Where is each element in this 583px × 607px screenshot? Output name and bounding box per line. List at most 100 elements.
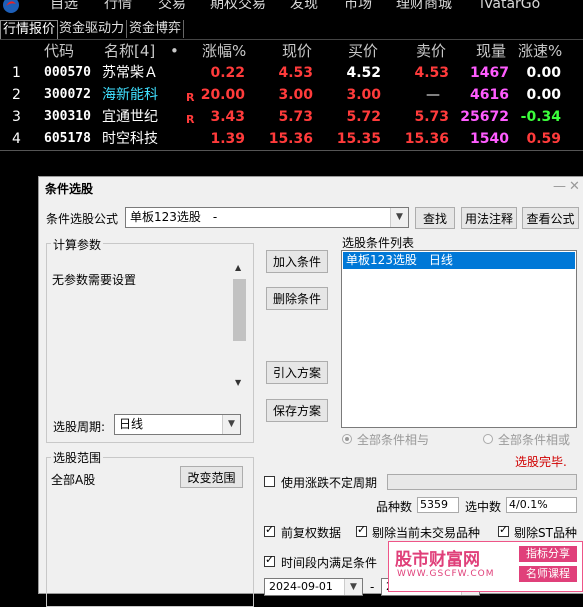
menu-item-market[interactable]: 市场 <box>344 0 372 13</box>
scroll-down-icon[interactable]: ▼ <box>235 378 241 387</box>
row-number: 1 <box>12 65 21 81</box>
row-number: 4 <box>12 131 21 147</box>
volume: 4616 <box>470 87 509 103</box>
status-text: 选股完毕. <box>515 455 567 469</box>
date-from-value: 2024-09-01 <box>269 580 333 593</box>
stock-name: 苏常柴Ａ <box>102 65 158 81</box>
stock-count-label: 品种数 <box>376 500 413 514</box>
col-header-speed[interactable]: 涨速% <box>518 40 562 62</box>
close-icon[interactable]: ✕ <box>569 179 580 194</box>
time-range-label: 时间段内满足条件 <box>281 556 378 570</box>
price: 5.73 <box>278 109 313 125</box>
bid: 4.52 <box>346 65 381 81</box>
volume: 1467 <box>470 65 509 81</box>
ask: 5.73 <box>414 109 449 125</box>
change-pct: 0.22 <box>210 65 245 81</box>
watermark-tag-indicators: 指标分享 <box>519 546 577 562</box>
table-row[interactable]: 4 605178 时空科技 1.39 15.36 15.35 15.36 154… <box>0 128 583 150</box>
variable-period-checkbox[interactable] <box>264 476 275 487</box>
condition-list[interactable]: 单板123选股 日线 <box>341 250 577 428</box>
formula-combobox[interactable]: 单板123选股 - ▼ <box>125 207 409 228</box>
stock-name: 宜通世纪 <box>102 109 158 125</box>
time-range-checkbox[interactable] <box>264 553 275 567</box>
date-from-picker[interactable]: 2024-09-01 ▼ <box>264 578 363 596</box>
col-header-price[interactable]: 现价 <box>282 40 312 62</box>
stock-code: 300310 <box>44 109 91 124</box>
exclude-st-checkbox[interactable] <box>498 523 509 537</box>
radio-or[interactable] <box>483 434 493 444</box>
scroll-up-icon[interactable]: ▲ <box>235 263 241 272</box>
menu-item-options[interactable]: 期权交易 <box>210 0 266 13</box>
speed: 0.59 <box>526 131 561 147</box>
usage-notes-button[interactable]: 用法注释 <box>461 207 517 229</box>
add-condition-button[interactable]: 加入条件 <box>266 250 328 273</box>
stock-code: 605178 <box>44 131 91 146</box>
watermark-tag-courses: 名师课程 <box>519 566 577 582</box>
radio-and-label: 全部条件相与 <box>357 433 430 447</box>
menu-item-zixuan[interactable]: 自选 <box>50 0 78 13</box>
calendar-dropdown-icon[interactable]: ▼ <box>344 579 362 595</box>
stock-code: 000570 <box>44 65 91 80</box>
change-pct: 3.43 <box>210 109 245 125</box>
price: 15.36 <box>268 131 313 147</box>
col-header-name[interactable]: 名称[4] <box>104 40 155 62</box>
menu-item-hangqing[interactable]: 行情 <box>104 0 132 13</box>
find-button[interactable]: 查找 <box>415 207 455 229</box>
radio-and[interactable] <box>342 434 352 444</box>
price: 3.00 <box>278 87 313 103</box>
pre-adjust-checkbox[interactable] <box>264 523 275 537</box>
watermark-url: WWW.GSCFW.COM <box>397 569 495 579</box>
change-range-button[interactable]: 改变范围 <box>180 466 243 488</box>
chevron-down-icon[interactable]: ▼ <box>390 208 408 227</box>
row-number: 3 <box>12 109 21 125</box>
condition-list-label: 选股条件列表 <box>342 236 415 250</box>
table-row[interactable]: 3 300310 宜通世纪 R 3.43 5.73 5.72 5.73 2567… <box>0 106 583 128</box>
condition-list-item[interactable]: 单板123选股 日线 <box>343 252 575 269</box>
tab-quotes[interactable]: 行情报价 <box>0 20 59 39</box>
stock-name: 时空科技 <box>102 131 158 147</box>
import-scheme-button[interactable]: 引入方案 <box>266 361 328 384</box>
radio-or-label: 全部条件相或 <box>498 433 571 447</box>
row-number: 2 <box>12 87 21 103</box>
stock-code: 300072 <box>44 87 91 102</box>
col-header-change-pct[interactable]: 涨幅% <box>202 40 246 62</box>
change-pct: 20.00 <box>200 87 245 103</box>
scroll-thumb[interactable] <box>233 279 246 341</box>
dialog-titlebar[interactable]: 条件选股 — ✕ <box>39 177 583 199</box>
col-header-bid[interactable]: 买价 <box>348 40 378 62</box>
speed: 0.00 <box>526 65 561 81</box>
col-header-volume[interactable]: 现量 <box>476 40 506 62</box>
tab-fund-game[interactable]: 资金博弈 <box>127 20 185 38</box>
period-combobox[interactable]: 日线 ▼ <box>114 414 241 435</box>
table-row[interactable]: 2 300072 海新能科 R 20.00 3.00 3.00 — 4616 0… <box>0 84 583 106</box>
col-header-dot: • <box>170 42 179 60</box>
volume: 1540 <box>470 131 509 147</box>
range-value: 全部A股 <box>51 473 96 487</box>
view-formula-button[interactable]: 查看公式 <box>522 207 579 229</box>
dialog-title: 条件选股 <box>45 182 94 196</box>
tab-fund-drive[interactable]: 资金驱动力 <box>57 20 128 38</box>
col-header-code[interactable]: 代码 <box>44 40 74 62</box>
ask: 15.36 <box>404 131 449 147</box>
params-scrollbar[interactable]: ▲ ▼ <box>232 263 247 387</box>
chevron-down-icon[interactable]: ▼ <box>222 415 240 434</box>
menu-item-ivatargo[interactable]: iVatarGo <box>480 0 540 13</box>
speed: 0.00 <box>526 87 561 103</box>
exclude-untraded-checkbox[interactable] <box>356 523 367 537</box>
stock-name: 海新能科 <box>102 87 158 103</box>
app-logo-icon[interactable] <box>2 0 20 14</box>
minimize-icon[interactable]: — <box>553 179 566 194</box>
table-row[interactable]: 1 000570 苏常柴Ａ 0.22 4.53 4.52 4.53 1467 0… <box>0 62 583 84</box>
menu-item-jiaoyi[interactable]: 交易 <box>158 0 186 13</box>
delete-condition-button[interactable]: 删除条件 <box>266 287 328 310</box>
menu-item-mall[interactable]: 理财商城 <box>396 0 452 13</box>
menu-item-discover[interactable]: 发现 <box>290 0 318 13</box>
bid: 5.72 <box>346 109 381 125</box>
save-scheme-button[interactable]: 保存方案 <box>266 399 328 422</box>
period-value: 日线 <box>119 417 144 431</box>
formula-label: 条件选股公式 <box>46 212 119 226</box>
table-divider <box>0 150 583 151</box>
stock-count-field: 5359 <box>417 497 459 513</box>
variable-period-field[interactable] <box>387 474 577 490</box>
col-header-ask[interactable]: 卖价 <box>416 40 446 62</box>
